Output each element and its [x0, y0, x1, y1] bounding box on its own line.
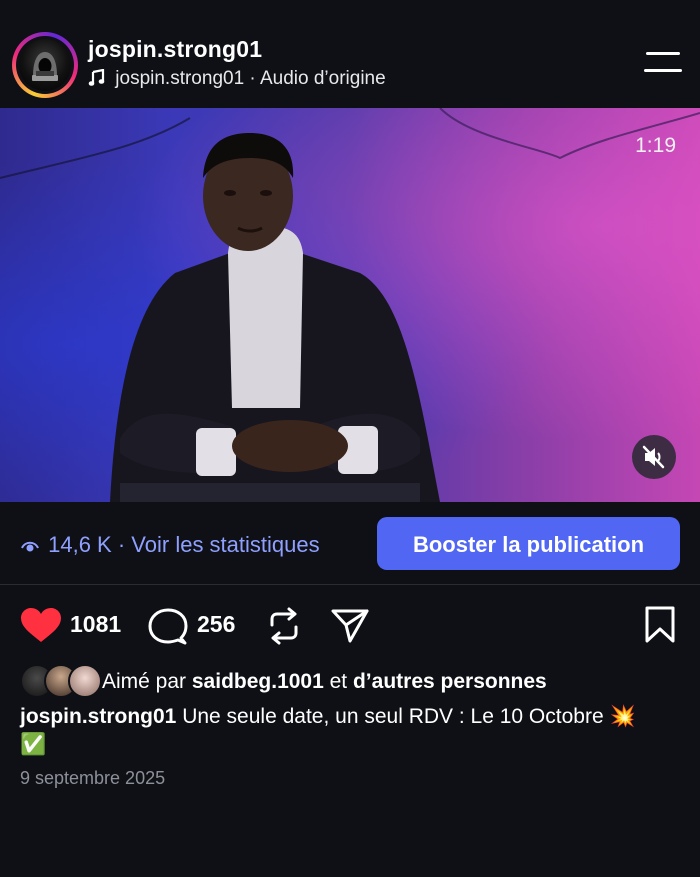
liked-connector: et	[329, 670, 348, 693]
post-date: 9 septembre 2025	[20, 768, 166, 788]
action-bar: 1081 256	[0, 600, 700, 650]
comment-bubble-icon	[148, 608, 188, 645]
liked-user[interactable]: saidbeg.1001	[192, 670, 324, 693]
paper-plane-icon	[331, 609, 369, 643]
audio-row[interactable]: jospin.strong01 · Audio d’origine	[88, 68, 386, 93]
audio-label: jospin.strong01 · Audio d’origine	[115, 68, 386, 89]
views-link[interactable]: 14,6 K · Voir les statistiques	[20, 532, 320, 560]
repost-button[interactable]	[266, 607, 302, 650]
views-count: 14,6 K	[48, 532, 112, 557]
post-video[interactable]: 1:19	[0, 108, 700, 502]
likes-count[interactable]: 1081	[70, 611, 121, 638]
liked-others[interactable]: d’autres personnes	[353, 670, 547, 693]
like-button[interactable]	[20, 608, 62, 649]
video-frame	[0, 108, 700, 502]
profile-avatar[interactable]	[12, 32, 78, 98]
post-header: jospin.strong01 jospin.strong01 · Audio …	[0, 0, 700, 108]
save-button[interactable]	[644, 606, 676, 649]
views-separator: ·	[111, 532, 132, 557]
post-caption: jospin.strong01 Une seule date, un seul …	[20, 703, 660, 759]
caption-username[interactable]: jospin.strong01	[20, 705, 176, 728]
avatar-image	[16, 36, 74, 94]
insights-bar: 14,6 K · Voir les statistiques Booster l…	[0, 502, 700, 585]
eye-icon	[20, 534, 42, 560]
mute-button[interactable]	[632, 435, 676, 479]
speaker-muted-icon	[642, 445, 665, 469]
music-note-icon	[88, 68, 110, 93]
liker-avatar-3	[68, 664, 102, 698]
bookmark-icon	[645, 606, 675, 643]
post-username[interactable]: jospin.strong01	[88, 36, 262, 63]
heart-filled-icon	[21, 608, 61, 642]
liked-by-text: Aimé par saidbeg.1001 et d’autres person…	[102, 670, 547, 694]
menu-icon[interactable]	[644, 52, 682, 74]
comments-count[interactable]: 256	[197, 611, 235, 638]
boost-post-button[interactable]: Booster la publication	[377, 517, 680, 570]
liked-by-row[interactable]: Aimé par saidbeg.1001 et d’autres person…	[20, 664, 680, 698]
comment-button[interactable]	[148, 608, 188, 651]
video-duration: 1:19	[635, 134, 676, 157]
hooded-figure-icon	[32, 52, 58, 81]
liked-prefix: Aimé par	[102, 670, 187, 693]
share-button[interactable]	[330, 607, 370, 650]
view-stats-label: Voir les statistiques	[131, 532, 320, 557]
repost-icon	[270, 607, 298, 645]
